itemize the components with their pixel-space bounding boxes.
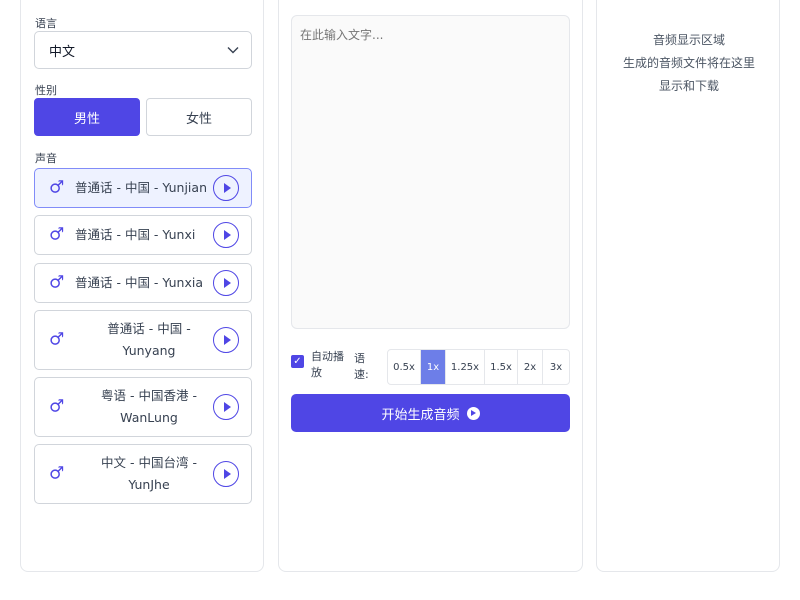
male-icon: ♂ (49, 463, 65, 484)
play-icon[interactable] (213, 222, 239, 248)
voice-name: 粤语 - 中国香港 - WanLung (101, 388, 197, 425)
speed-option[interactable]: 3x (543, 350, 569, 384)
audio-title: 音频显示区域 (652, 33, 725, 47)
play-icon[interactable] (213, 461, 239, 487)
voice-item[interactable]: ♂ 中文 - 中国台湾 - YunJhe (34, 444, 252, 504)
play-icon[interactable] (213, 270, 239, 296)
male-button[interactable]: 男性 (34, 98, 140, 136)
settings-panel: 语言 中文 性别 男性 女性 声音 ♂ 普通话 - 中国 - Yunjian ♂… (20, 0, 264, 572)
voice-item[interactable]: ♂ 普通话 - 中国 - Yunxi (34, 215, 252, 255)
speed-selector: 0.5x 1x 1.25x 1.5x 2x 3x (387, 349, 570, 385)
language-label: 语言 (35, 17, 57, 30)
audio-hint-line1: 生成的音频文件将在这里 (622, 56, 755, 70)
voice-name: 普通话 - 中国 - Yunxia (75, 275, 203, 290)
checkbox-checked-icon[interactable]: ✓ (291, 355, 304, 368)
gender-label: 性别 (35, 84, 57, 97)
play-icon[interactable] (213, 327, 239, 353)
male-icon: ♂ (49, 329, 65, 350)
speed-option[interactable]: 1.25x (446, 350, 485, 384)
voice-item[interactable]: ♂ 粤语 - 中国香港 - WanLung (34, 377, 252, 437)
audio-panel: 音频显示区域 生成的音频文件将在这里 显示和下载 (596, 0, 780, 572)
voice-label: 声音 (35, 152, 57, 165)
voice-name: 普通话 - 中国 - Yunjian (75, 180, 207, 195)
speed-option-selected[interactable]: 1x (421, 350, 446, 384)
audio-hint-line2: 显示和下载 (658, 79, 719, 93)
speed-option[interactable]: 2x (518, 350, 543, 384)
generate-button[interactable]: 开始生成音频 (291, 394, 570, 432)
speed-option[interactable]: 1.5x (485, 350, 518, 384)
language-select[interactable]: 中文 (34, 31, 252, 69)
male-icon: ♂ (49, 177, 65, 198)
generate-label: 开始生成音频 (381, 407, 460, 423)
text-input[interactable] (291, 15, 570, 329)
language-selected: 中文 (49, 44, 76, 60)
play-circle-icon (466, 406, 480, 420)
speed-option[interactable]: 0.5x (388, 350, 421, 384)
male-icon: ♂ (49, 272, 65, 293)
play-icon[interactable] (213, 394, 239, 420)
voice-item[interactable]: ♂ 普通话 - 中国 - Yunxia (34, 263, 252, 303)
male-icon: ♂ (49, 224, 65, 245)
voice-name: 普通话 - 中国 - Yunxi (75, 227, 196, 242)
voice-name: 中文 - 中国台湾 - YunJhe (101, 455, 197, 492)
voice-item[interactable]: ♂ 普通话 - 中国 - Yunjian (34, 168, 252, 208)
autoplay-toggle[interactable]: ✓ 自动播放 (291, 349, 351, 381)
speed-label: 语速: (354, 352, 369, 381)
editor-panel: ✓ 自动播放 语速: 0.5x 1x 1.25x 1.5x 2x 3x 开始生成… (278, 0, 583, 572)
autoplay-label: 自动播放 (311, 350, 344, 379)
male-icon: ♂ (49, 396, 65, 417)
voice-name: 普通话 - 中国 - Yunyang (107, 321, 191, 358)
chevron-down-icon (227, 47, 239, 54)
play-icon[interactable] (213, 175, 239, 201)
voice-item[interactable]: ♂ 普通话 - 中国 - Yunyang (34, 310, 252, 370)
female-button[interactable]: 女性 (146, 98, 252, 136)
